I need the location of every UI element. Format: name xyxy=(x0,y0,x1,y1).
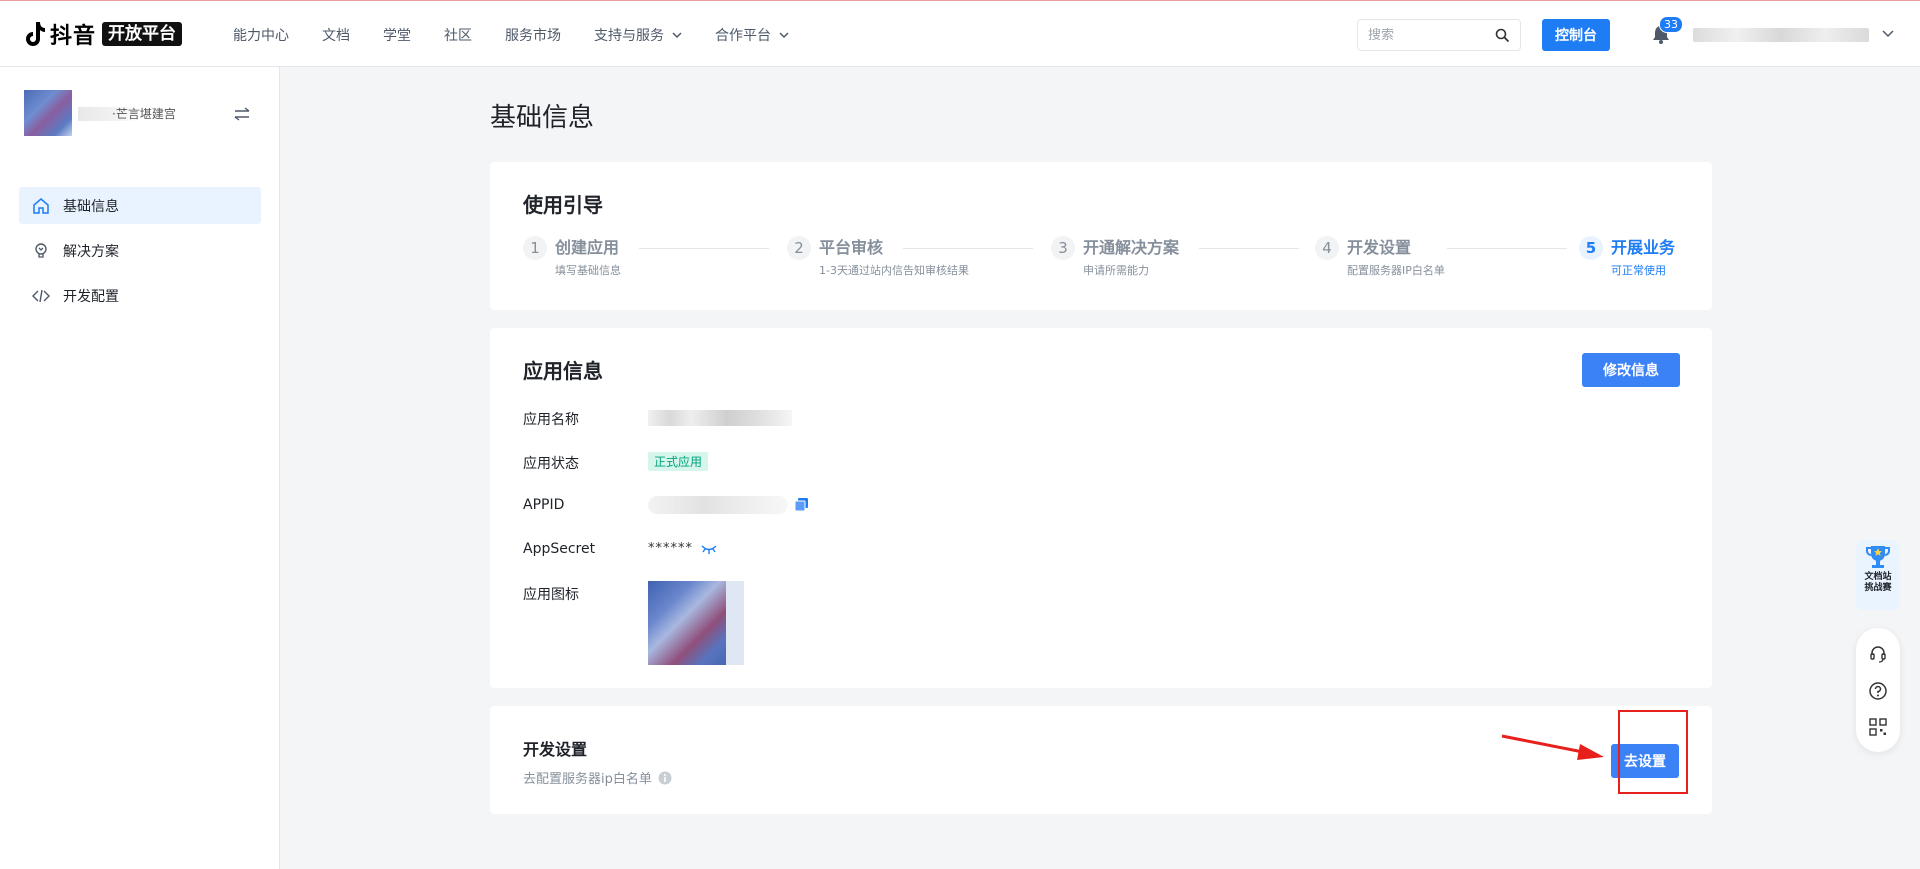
eye-closed-icon[interactable] xyxy=(701,543,717,555)
appid-row: APPID xyxy=(523,497,565,513)
trophy-icon xyxy=(1866,546,1890,568)
nav-service-market[interactable]: 服务市场 xyxy=(505,25,561,45)
switch-app-icon[interactable] xyxy=(233,107,251,121)
sidebar: ·芒言堪建宫 基础信息 解决方案 开发配置 xyxy=(0,67,280,869)
step-connector xyxy=(1199,248,1299,249)
guide-title: 使用引导 xyxy=(523,193,603,217)
headset-icon[interactable] xyxy=(1868,644,1888,664)
step-4: 4 开发设置 配置服务器IP白名单 xyxy=(1315,236,1445,278)
page-title: 基础信息 xyxy=(490,103,595,133)
app-info-card: 应用信息 修改信息 应用名称 应用状态 正式应用 APPID AppSecret… xyxy=(490,328,1712,688)
sidebar-menu: 基础信息 解决方案 开发配置 xyxy=(19,187,261,322)
logo[interactable]: 抖音 开放平台 xyxy=(24,20,183,49)
challenge-badge[interactable]: 文档站 挑战赛 xyxy=(1856,540,1900,610)
nav-community[interactable]: 社区 xyxy=(444,25,472,45)
nav-support[interactable]: 支持与服务 xyxy=(594,25,682,45)
app-icon-image xyxy=(648,581,744,665)
app-name-row: 应用名称 xyxy=(523,412,579,428)
chevron-down-icon xyxy=(672,31,682,38)
guide-card: 使用引导 1 创建应用 填写基础信息 2 平台审核 1-3天通过站内信告知审核结果 … xyxy=(490,162,1712,310)
dev-settings-title: 开发设置 xyxy=(523,740,588,759)
app-status-value: 正式应用 xyxy=(648,451,709,471)
nav-partner[interactable]: 合作平台 xyxy=(715,25,789,45)
appid-value-blurred xyxy=(648,496,788,514)
main-nav: 能力中心 文档 学堂 社区 服务市场 支持与服务 合作平台 xyxy=(233,1,822,68)
step-1: 1 创建应用 填写基础信息 xyxy=(523,236,621,278)
search-input[interactable] xyxy=(1368,27,1488,43)
nav-academy[interactable]: 学堂 xyxy=(383,25,411,45)
appsecret-row: AppSecret xyxy=(523,541,596,557)
sidebar-item-solutions[interactable]: 解决方案 xyxy=(19,232,261,269)
annotation-highlight-box xyxy=(1618,710,1688,794)
annotation-arrow xyxy=(1501,734,1604,760)
guide-steps: 1 创建应用 填写基础信息 2 平台审核 1-3天通过站内信告知审核结果 3 开通解… xyxy=(523,236,1680,286)
app-status-row: 应用状态 xyxy=(523,456,579,472)
floating-panel: 文档站 挑战赛 xyxy=(1856,540,1900,752)
home-icon xyxy=(31,196,51,216)
notification-badge: 33 xyxy=(1659,16,1683,33)
edit-info-button[interactable]: 修改信息 xyxy=(1582,353,1680,387)
user-name-blurred[interactable] xyxy=(1693,28,1869,42)
tiktok-logo-icon xyxy=(26,22,45,46)
app-avatar xyxy=(24,90,72,136)
search-icon[interactable] xyxy=(1495,28,1510,43)
app-name-value-blurred xyxy=(648,410,792,426)
status-badge: 正式应用 xyxy=(648,452,709,471)
step-connector xyxy=(903,248,1033,249)
info-icon[interactable] xyxy=(658,771,672,785)
dev-settings-desc: 去配置服务器ip白名单 xyxy=(523,768,672,787)
qrcode-icon[interactable] xyxy=(1869,717,1887,736)
help-icon[interactable] xyxy=(1868,681,1888,701)
app-icon-row: 应用图标 xyxy=(523,587,579,603)
step-connector xyxy=(1447,248,1567,249)
copy-icon[interactable] xyxy=(795,498,808,511)
step-3: 3 开通解决方案 申请所需能力 xyxy=(1051,236,1179,278)
top-bar: 抖音 开放平台 能力中心 文档 学堂 社区 服务市场 支持与服务 合作平台 控制… xyxy=(0,0,1920,67)
step-5: 5 开展业务 可正常使用 xyxy=(1579,236,1675,278)
challenge-label: 文档站 挑战赛 xyxy=(1864,572,1892,593)
nav-docs[interactable]: 文档 xyxy=(322,25,350,45)
brand-tag: 开放平台 xyxy=(102,22,183,46)
chevron-down-icon xyxy=(779,31,789,38)
bulb-icon xyxy=(31,241,51,261)
app-info-title: 应用信息 xyxy=(523,359,603,383)
sidebar-item-dev-config[interactable]: 开发配置 xyxy=(19,277,261,314)
nav-capability-center[interactable]: 能力中心 xyxy=(233,25,289,45)
search-box[interactable] xyxy=(1357,19,1521,51)
sidebar-item-basic-info[interactable]: 基础信息 xyxy=(19,187,261,224)
brand-name: 抖音 xyxy=(50,24,97,49)
app-name-blurred: ·芒言堪建宫 xyxy=(78,107,178,121)
code-icon xyxy=(31,286,51,306)
step-2: 2 平台审核 1-3天通过站内信告知审核结果 xyxy=(787,236,969,278)
appsecret-value: ****** xyxy=(648,541,717,556)
chevron-down-icon[interactable] xyxy=(1882,29,1894,39)
console-button[interactable]: 控制台 xyxy=(1542,19,1610,51)
floating-tools xyxy=(1856,628,1900,752)
step-connector xyxy=(639,248,769,249)
